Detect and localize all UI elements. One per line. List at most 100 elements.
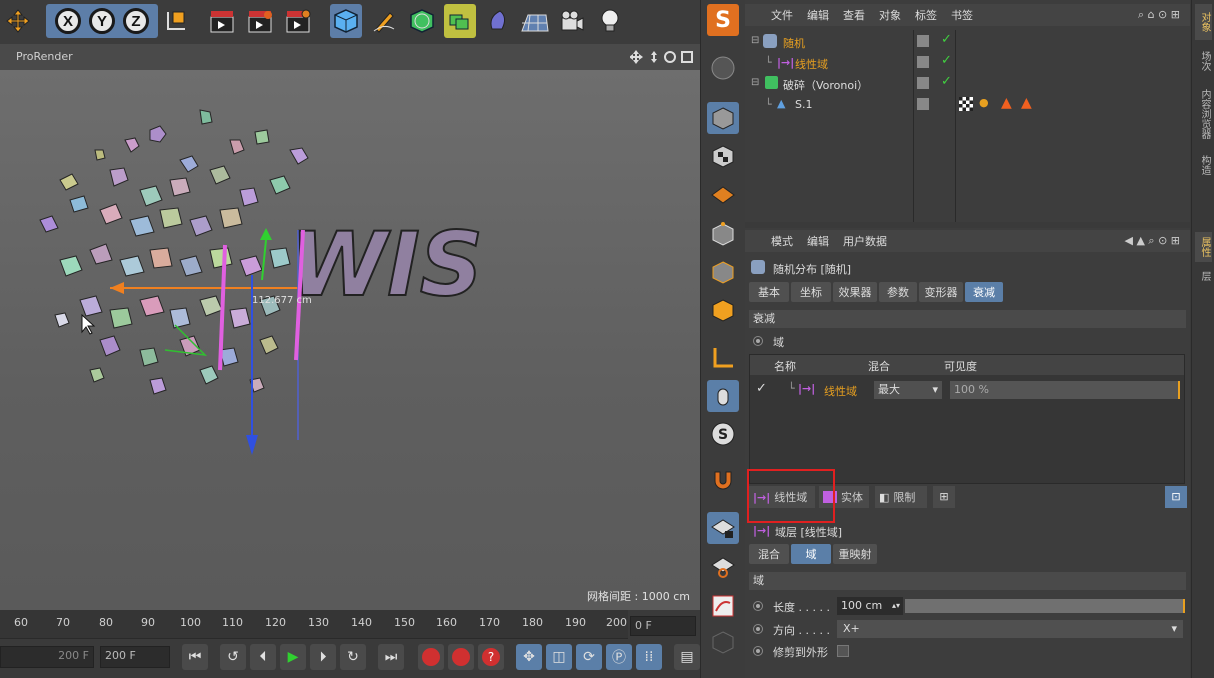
side-tab-structure[interactable]: 构造 <box>1195 150 1212 180</box>
length-slider[interactable] <box>905 599 1185 613</box>
menu-edit[interactable]: 编辑 <box>807 7 829 23</box>
render-settings-button[interactable] <box>282 4 314 38</box>
menu-bookmarks[interactable]: 书签 <box>951 7 973 23</box>
row-enabled-check-icon[interactable]: ✓ <box>756 381 767 396</box>
timeline-ruler[interactable]: 60 70 80 90 100 110 120 130 140 150 160 … <box>0 610 628 639</box>
menu-mode[interactable]: 模式 <box>771 233 793 249</box>
viewport[interactable]: ProRender WIS 112.677 cm 网格间距: 1000 cm <box>0 44 700 610</box>
subtab-field[interactable]: 域 <box>791 544 831 564</box>
keyframe-selection-button[interactable]: ? <box>478 644 504 670</box>
tab-falloff[interactable]: 衰减 <box>965 282 1003 302</box>
axis-y-button[interactable]: Y <box>89 8 115 34</box>
tab-deformer[interactable]: 变形器 <box>919 282 963 302</box>
tab-coordinates[interactable]: 坐标 <box>791 282 831 302</box>
inactive-cube-button[interactable] <box>707 626 739 658</box>
timeline-window-button[interactable]: ▤ <box>674 644 700 670</box>
attributes-header-icons[interactable]: ◀ ▲ ⌕ ⊙ ⊞ <box>1125 234 1181 248</box>
objects-header-icons[interactable]: ⌕ ⌂ ⊙ ⊞ <box>1138 8 1180 22</box>
enabled-check-icon[interactable]: ✓ <box>941 32 952 47</box>
side-tab-content-browser[interactable]: 内容浏览器 <box>1195 82 1212 146</box>
end-frame-field[interactable]: 200 F <box>100 646 170 668</box>
key-parameter-button[interactable]: Ⓟ <box>606 644 632 670</box>
current-frame-field[interactable]: 0 F <box>630 616 696 636</box>
side-tab-takes[interactable]: 场次 <box>1195 46 1212 76</box>
planar-workplane-button[interactable] <box>707 550 739 582</box>
param-radio[interactable] <box>753 646 763 656</box>
key-scale-button[interactable]: ◫ <box>546 644 572 670</box>
subtab-blend[interactable]: 混合 <box>749 544 789 564</box>
enabled-check-icon[interactable]: ✓ <box>941 74 952 89</box>
field-options-button[interactable]: ⊡ <box>1165 486 1187 508</box>
viewport-scene[interactable]: WIS 112.677 cm <box>0 70 700 610</box>
cube-object-button[interactable] <box>330 4 362 38</box>
polygon-mode-button[interactable] <box>707 294 739 326</box>
coord-system-button[interactable] <box>160 4 192 38</box>
light-button[interactable] <box>594 4 626 38</box>
goto-start-button[interactable]: ⏮ <box>182 644 208 670</box>
subdivision-surface-button[interactable] <box>406 4 438 38</box>
sphere-mode-button[interactable] <box>707 52 739 84</box>
field-radio[interactable] <box>753 336 763 346</box>
prev-frame-button[interactable]: ⏴ <box>250 644 276 670</box>
workplane-mode-button[interactable] <box>707 178 739 210</box>
texture-mode-button[interactable] <box>707 140 739 172</box>
deformer-button[interactable] <box>482 4 514 38</box>
menu-file[interactable]: 文件 <box>771 7 793 23</box>
play-button[interactable]: ▶ <box>280 644 306 670</box>
add-layer-button[interactable]: ⊞ <box>933 486 955 508</box>
visibility-toggle[interactable] <box>917 77 929 89</box>
goto-end-button[interactable]: ⏭ <box>378 644 404 670</box>
tab-basic[interactable]: 基本 <box>749 282 789 302</box>
next-key-button[interactable]: ↻ <box>340 644 366 670</box>
camera-button[interactable] <box>556 4 588 38</box>
edge-mode-button[interactable] <box>707 256 739 288</box>
render-picture-viewer-button[interactable] <box>244 4 276 38</box>
clip-checkbox[interactable] <box>837 645 849 657</box>
side-tab-attributes[interactable]: 属性 <box>1195 232 1212 262</box>
menu-edit[interactable]: 编辑 <box>807 233 829 249</box>
menu-user-data[interactable]: 用户数据 <box>843 233 887 249</box>
menu-objects[interactable]: 对象 <box>879 7 901 23</box>
point-mode-button[interactable] <box>707 218 739 250</box>
key-pla-button[interactable]: ⁞⁞ <box>636 644 662 670</box>
solo-button[interactable]: S <box>707 418 739 450</box>
snap-button[interactable] <box>707 464 739 496</box>
side-tab-layers[interactable]: 层 <box>1195 266 1212 286</box>
viewport-nav-icons[interactable] <box>630 49 696 65</box>
spline-pen-button[interactable] <box>368 4 400 38</box>
subtab-remap[interactable]: 重映射 <box>833 544 877 564</box>
s-plugin-button[interactable]: S <box>707 4 739 36</box>
model-mode-button[interactable] <box>707 102 739 134</box>
axis-x-button[interactable]: X <box>55 8 81 34</box>
blend-dropdown[interactable]: 最大 ▾ <box>874 381 942 399</box>
auto-key-button[interactable] <box>448 644 474 670</box>
tweak-mode-button[interactable] <box>707 380 739 412</box>
visibility-toggle[interactable] <box>917 98 929 110</box>
param-radio[interactable] <box>753 624 763 634</box>
key-rotation-button[interactable]: ⟳ <box>576 644 602 670</box>
menu-view[interactable]: 查看 <box>843 7 865 23</box>
visibility-toggle[interactable] <box>917 56 929 68</box>
direction-dropdown[interactable]: X+ ▾ <box>837 620 1183 638</box>
cloner-button[interactable] <box>444 4 476 38</box>
field-list-row[interactable]: ✓ └ |→| 线性域 最大 ▾ 100 % <box>750 379 1184 401</box>
render-view-button[interactable] <box>206 4 238 38</box>
enabled-check-icon[interactable]: ✓ <box>941 53 952 68</box>
tab-effector[interactable]: 效果器 <box>833 282 877 302</box>
graph-button[interactable] <box>707 590 739 622</box>
visibility-slider[interactable]: 100 % <box>950 381 1180 399</box>
side-tab-objects[interactable]: 对象 <box>1195 4 1212 40</box>
floor-button[interactable] <box>518 4 550 38</box>
axis-mode-button[interactable] <box>707 342 739 374</box>
tree-item-random[interactable]: ⊟ 随机 ✓ <box>745 32 1190 53</box>
phong-tag-icon[interactable]: ▲ <box>1001 95 1012 111</box>
tree-item-voronoi[interactable]: ⊟ 破碎（Voronoi） ✓ <box>745 74 1190 95</box>
record-button[interactable] <box>418 644 444 670</box>
add-clamp-button[interactable]: ◧ 限制 <box>875 486 927 508</box>
key-position-button[interactable]: ✥ <box>516 644 542 670</box>
tree-item-linear-field[interactable]: └ |→| 线性域 ✓ <box>745 53 1190 74</box>
motion-tag-icon[interactable]: ● <box>979 96 989 109</box>
tree-item-s1[interactable]: └ ▲ S.1 ● ▲ ▲ <box>745 95 1190 116</box>
length-input[interactable]: 100 cm ▴▾ <box>837 597 903 615</box>
move-tool-button[interactable] <box>2 4 34 38</box>
